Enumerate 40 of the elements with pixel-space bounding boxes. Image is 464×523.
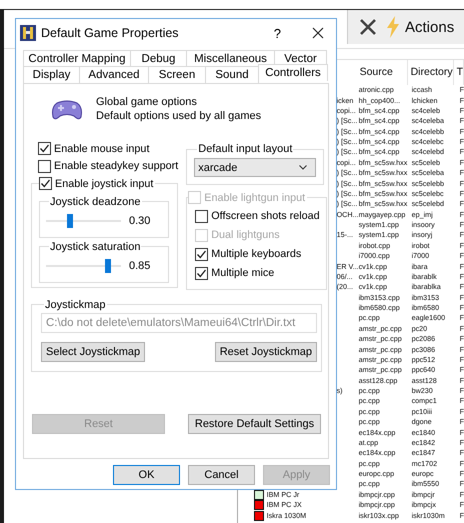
slider-value: 0.85 — [129, 260, 150, 272]
window-title: Default Game Properties — [41, 26, 180, 40]
dropdown[interactable]: xarcade — [194, 158, 316, 177]
button[interactable]: Cancel — [188, 465, 255, 485]
app-icon — [20, 25, 36, 41]
caret-icon — [299, 165, 308, 170]
checkmark-icon — [39, 143, 50, 154]
group-label: Joystick saturation — [49, 240, 142, 254]
lightning-icon — [386, 16, 400, 38]
tab[interactable]: Controllers — [258, 64, 328, 81]
header-title: Global game options — [96, 95, 198, 109]
tab[interactable]: Debug — [130, 50, 187, 66]
header-subtitle: Default options used by all games — [96, 109, 262, 123]
checkmark-icon — [196, 268, 208, 278]
group-label: Default input layout — [197, 142, 294, 156]
checkmark-icon — [40, 178, 51, 190]
button[interactable]: Restore Default Settings — [188, 414, 321, 434]
column-header[interactable]: Directory — [408, 60, 454, 85]
close-icon[interactable] — [358, 17, 378, 37]
tab[interactable]: Sound — [205, 66, 259, 83]
checkbox[interactable]: Enable steadykey support — [31, 158, 178, 175]
column-header[interactable]: T — [454, 60, 464, 85]
checkmark-icon — [196, 248, 208, 260]
button[interactable]: Select Joystickmap — [41, 342, 146, 362]
slider[interactable] — [46, 212, 121, 230]
group-label: Joystick deadzone — [49, 194, 142, 208]
close-icon[interactable] — [312, 27, 324, 39]
help-button[interactable]: ? — [270, 26, 284, 40]
slider[interactable] — [46, 256, 121, 274]
button[interactable]: Reset Joystickmap — [214, 342, 317, 362]
checkbox[interactable]: Enable mouse input — [31, 140, 178, 158]
group-label: Joystickmap — [44, 298, 107, 312]
tab[interactable]: Display — [23, 66, 80, 83]
checkbox[interactable]: Enable joystick input — [39, 175, 156, 192]
actions-button[interactable]: Actions — [386, 16, 454, 38]
column-header[interactable]: Source — [356, 60, 408, 85]
slider-value: 0.30 — [129, 214, 150, 226]
tab[interactable]: Controller Mapping — [23, 50, 131, 66]
gamepad-icon — [51, 99, 83, 121]
button[interactable]: OK — [113, 465, 180, 485]
